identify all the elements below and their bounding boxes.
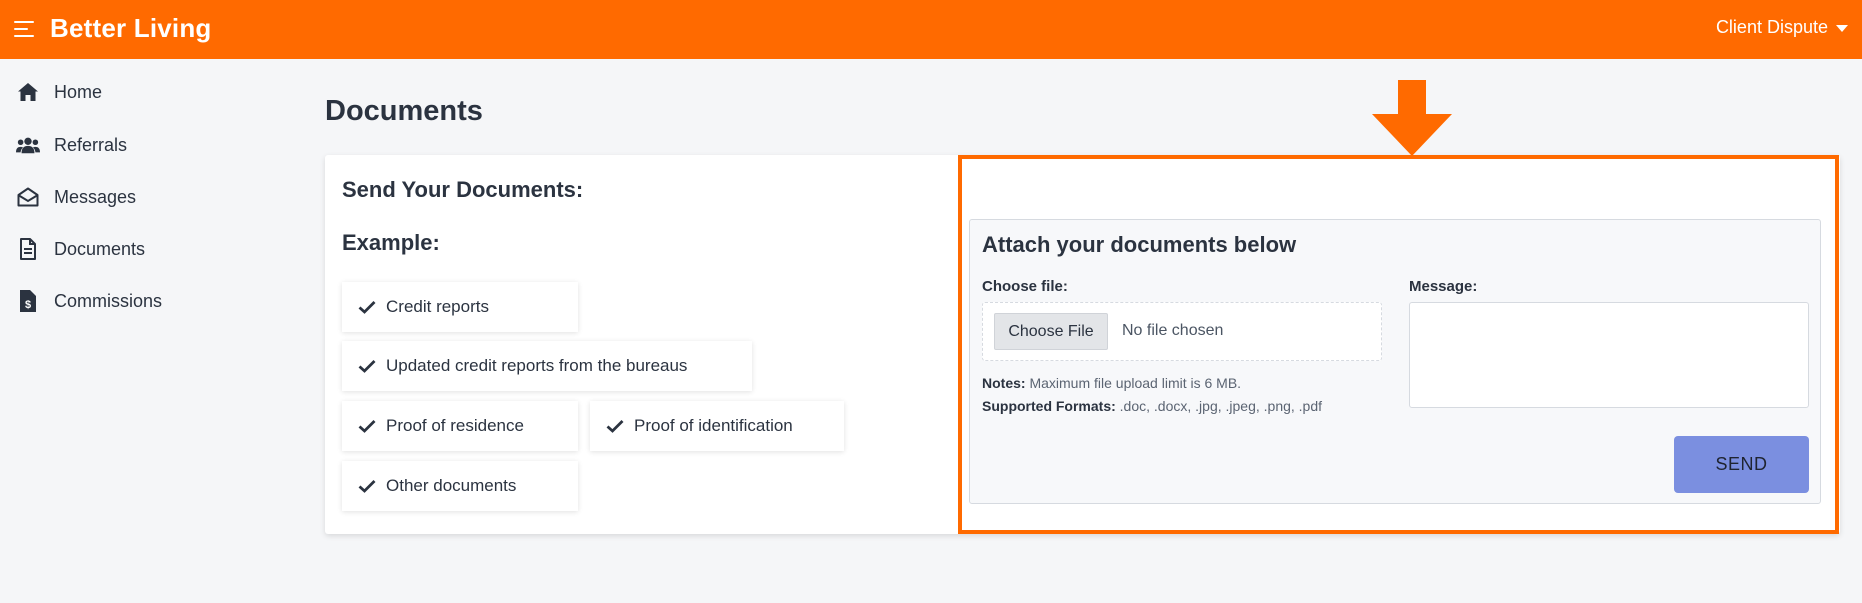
formats-line: Supported Formats: .doc, .docx, .jpg, .j… xyxy=(982,398,1322,414)
notes-line: Notes: Maximum file upload limit is 6 MB… xyxy=(982,375,1241,391)
sidebar-item-documents[interactable]: Documents xyxy=(16,231,276,267)
example-item: Proof of identification xyxy=(590,401,844,451)
example-item-label: Updated credit reports from the bureaus xyxy=(386,356,688,375)
user-menu-dropdown[interactable]: Client Dispute xyxy=(1716,17,1848,38)
message-textarea[interactable] xyxy=(1409,302,1809,408)
example-item-label: Other documents xyxy=(386,476,517,495)
no-file-text: No file chosen xyxy=(1122,322,1224,339)
sidebar-item-label: Documents xyxy=(54,238,146,259)
users-icon xyxy=(16,133,40,157)
caret-down-icon xyxy=(1836,25,1848,32)
example-item: Proof of residence xyxy=(342,401,578,451)
example-item: Other documents xyxy=(342,461,578,511)
check-icon xyxy=(606,420,624,433)
example-item: Credit reports xyxy=(342,282,578,332)
check-icon xyxy=(358,420,376,433)
home-icon xyxy=(16,80,40,104)
sidebar-item-messages[interactable]: Messages xyxy=(16,179,276,215)
sidebar-item-label: Referrals xyxy=(54,134,128,155)
file-document-icon xyxy=(16,237,40,261)
message-label: Message: xyxy=(1409,278,1478,295)
sidebar-item-label: Messages xyxy=(54,186,137,207)
arrow-down-icon xyxy=(1372,80,1452,156)
user-menu-label: Client Dispute xyxy=(1715,17,1828,37)
sidebar-item-label: Home xyxy=(54,81,103,102)
example-item-label: Proof of identification xyxy=(634,416,793,435)
sidebar-item-commissions[interactable]: $ Commissions xyxy=(16,283,276,319)
send-documents-heading: Send Your Documents: xyxy=(342,177,584,202)
hamburger-menu-icon[interactable] xyxy=(14,19,34,37)
example-item-label: Proof of residence xyxy=(386,416,524,435)
example-item-label: Credit reports xyxy=(386,297,489,316)
svg-text:$: $ xyxy=(25,299,31,311)
page-title: Documents xyxy=(325,95,483,127)
notes-label: Notes: xyxy=(982,375,1026,391)
sidebar-item-label: Commissions xyxy=(54,290,163,311)
file-dollar-icon: $ xyxy=(16,289,40,313)
choose-file-label: Choose file: xyxy=(982,278,1068,295)
choose-file-button[interactable]: Choose File xyxy=(994,313,1108,350)
sidebar-item-referrals[interactable]: Referrals xyxy=(16,127,276,163)
check-icon xyxy=(358,480,376,493)
check-icon xyxy=(358,301,376,314)
top-navbar: Better Living Client Dispute xyxy=(0,0,1862,59)
envelope-open-icon xyxy=(16,185,40,209)
brand-title[interactable]: Better Living xyxy=(50,13,212,44)
check-icon xyxy=(358,360,376,373)
formats-label: Supported Formats: xyxy=(982,398,1116,414)
sidebar-item-home[interactable]: Home xyxy=(16,74,276,110)
example-heading: Example: xyxy=(342,230,440,255)
example-item: Updated credit reports from the bureaus xyxy=(342,341,752,391)
send-button[interactable]: SEND xyxy=(1674,436,1809,493)
formats-text: .doc, .docx, .jpg, .jpeg, .png, .pdf xyxy=(1119,398,1323,414)
attach-heading: Attach your documents below xyxy=(982,232,1297,257)
notes-text: Maximum file upload limit is 6 MB. xyxy=(1029,375,1242,391)
